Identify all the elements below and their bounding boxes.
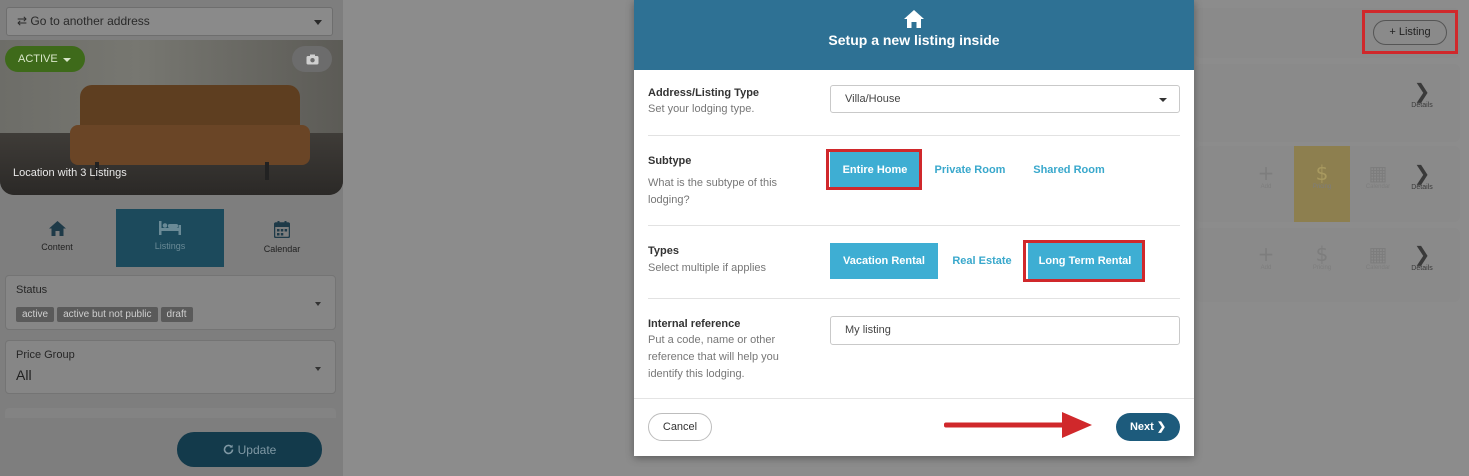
internal-reference-help: Put a code, name or other reference that… (648, 334, 779, 380)
caret-down-icon (315, 302, 321, 306)
chevron-right-icon: ❯ (1413, 79, 1431, 103)
status-field-label: Status (16, 284, 48, 296)
address-switch-label: ⇄ Go to another address (17, 14, 150, 28)
calendar-icon: ▦ (1368, 161, 1388, 185)
add-action[interactable]: + Add (1238, 162, 1294, 190)
details-button[interactable]: ❯ Details (1401, 162, 1443, 191)
type-real-estate[interactable]: Real Estate (946, 243, 1018, 279)
home-icon (48, 221, 66, 236)
internal-reference-input[interactable]: My listing (830, 316, 1180, 345)
types-help: Select multiple if applies (648, 262, 767, 274)
address-type-label: Address/Listing Type (648, 87, 760, 99)
status-chip[interactable]: active (16, 307, 55, 322)
status-chip[interactable]: active but not public (57, 307, 158, 322)
details-button[interactable]: ❯ Details (1401, 80, 1443, 109)
pricing-action[interactable]: $ Pricing (1294, 243, 1350, 271)
divider (648, 225, 1180, 226)
caret-down-icon (63, 58, 71, 62)
caret-down-icon (1159, 98, 1167, 102)
chevron-right-icon: ❯ (1156, 421, 1167, 433)
cancel-button[interactable]: Cancel (648, 413, 712, 441)
divider (648, 135, 1180, 136)
subtype-help: What is the subtype of this lodging? (648, 177, 778, 206)
type-vacation-rental[interactable]: Vacation Rental (830, 243, 938, 279)
tab-listings-label: Listings (154, 241, 186, 251)
price-group-label: Price Group (16, 349, 75, 361)
dollar-icon: $ (1315, 242, 1329, 266)
internal-reference-label: Internal reference (648, 318, 741, 330)
tab-calendar-label: Calendar (263, 244, 301, 254)
home-icon (904, 10, 924, 28)
plus-icon: + (1257, 242, 1275, 266)
calendar-action[interactable]: ▦ Calendar (1350, 162, 1406, 190)
next-button[interactable]: Next ❯ (1116, 413, 1180, 441)
modal-title: Setup a new listing inside (828, 32, 1000, 48)
refresh-icon (223, 444, 233, 455)
chevron-right-icon: ❯ (1413, 242, 1431, 266)
address-type-help: Set your lodging type. (648, 103, 755, 115)
subtype-shared-room[interactable]: Shared Room (1028, 152, 1110, 188)
pricing-action[interactable]: $ Pricing (1294, 146, 1350, 222)
divider (648, 298, 1180, 299)
dollar-icon: $ (1315, 161, 1329, 185)
pointer-arrow-icon (944, 412, 1092, 438)
highlight-box (826, 149, 922, 190)
calendar-action[interactable]: ▦ Calendar (1350, 243, 1406, 271)
add-action-label: Add (1260, 184, 1272, 190)
panel-divider (5, 408, 336, 418)
tab-calendar[interactable]: Calendar (228, 209, 336, 267)
price-group-field[interactable]: Price Group All (5, 340, 336, 394)
status-chip[interactable]: draft (160, 307, 193, 322)
tab-content-label: Content (41, 242, 73, 252)
calendar-action-label: Calendar (1365, 184, 1391, 190)
left-tabs: Content Listings Calendar (0, 209, 343, 267)
add-action[interactable]: + Add (1238, 243, 1294, 271)
new-listing-modal: Setup a new listing inside Address/Listi… (634, 0, 1194, 456)
add-action-label: Add (1260, 265, 1272, 271)
left-panel: ⇄ Go to another address ACTIVE Location … (0, 0, 343, 476)
camera-button[interactable] (292, 46, 332, 72)
next-button-label: Next (1129, 421, 1154, 433)
status-dropdown-button[interactable]: ACTIVE (5, 46, 85, 72)
bed-icon (159, 221, 181, 235)
details-label: Details (1411, 265, 1433, 272)
details-label: Details (1411, 184, 1433, 191)
chevron-down-icon (314, 20, 322, 25)
status-field[interactable]: Status active active but not public draft (5, 275, 336, 330)
caret-down-icon (315, 367, 321, 371)
price-group-value: All (16, 367, 32, 383)
footer-divider (634, 398, 1194, 399)
calendar-action-label: Calendar (1365, 265, 1391, 271)
types-label: Types (648, 245, 679, 257)
status-dropdown-label: ACTIVE (18, 53, 58, 65)
listing-type-value: Villa/House (845, 93, 901, 105)
pricing-action-label: Pricing (1312, 265, 1332, 271)
tab-listings[interactable]: Listings (116, 209, 224, 267)
highlight-box (1362, 10, 1458, 54)
camera-icon (306, 54, 318, 64)
subtype-private-room[interactable]: Private Room (930, 152, 1010, 188)
update-button[interactable]: Update (177, 432, 322, 467)
calendar-icon: ▦ (1368, 242, 1388, 266)
modal-header: Setup a new listing inside (634, 0, 1194, 70)
address-switch-select[interactable]: ⇄ Go to another address (6, 7, 333, 36)
tab-content[interactable]: Content (3, 209, 111, 267)
details-label: Details (1411, 102, 1433, 109)
subtype-label: Subtype (648, 155, 692, 167)
calendar-icon (274, 221, 290, 238)
listing-type-select[interactable]: Villa/House (830, 85, 1180, 113)
location-caption: Location with 3 Listings (13, 167, 127, 179)
pricing-action-label: Pricing (1312, 184, 1332, 190)
update-button-label: Update (237, 442, 277, 457)
highlight-box (1023, 240, 1145, 282)
chevron-right-icon: ❯ (1413, 161, 1431, 185)
details-button[interactable]: ❯ Details (1401, 243, 1443, 272)
plus-icon: + (1257, 161, 1275, 185)
